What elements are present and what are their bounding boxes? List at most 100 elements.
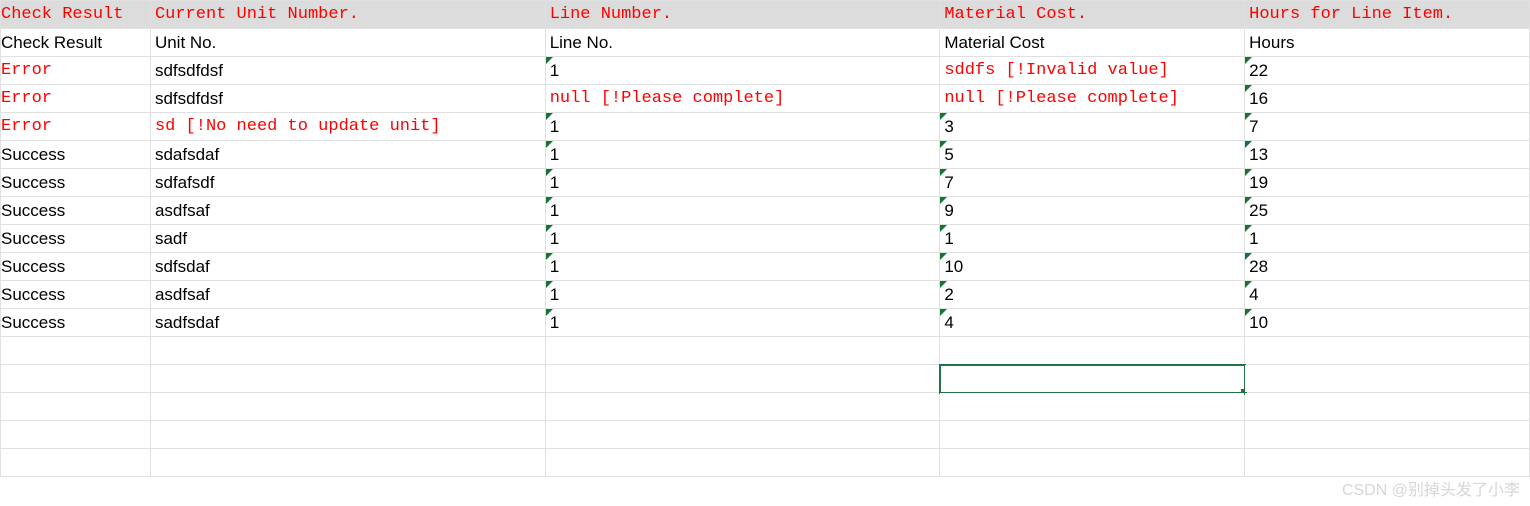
- cell-hours[interactable]: 4: [1245, 281, 1530, 309]
- cell-check[interactable]: Success: [1, 309, 151, 337]
- cell-empty[interactable]: [545, 393, 940, 421]
- cell-cost[interactable]: 5: [940, 141, 1245, 169]
- cell-empty[interactable]: [1, 337, 151, 365]
- cell-empty[interactable]: [545, 365, 940, 393]
- cell-check[interactable]: Error: [1, 57, 151, 85]
- subheader-row: Check Result Unit No. Line No. Material …: [1, 29, 1530, 57]
- cell-empty[interactable]: [150, 393, 545, 421]
- table-row: Errorsd [!No need to update unit]137: [1, 113, 1530, 141]
- cell-cost[interactable]: 7: [940, 169, 1245, 197]
- table-row: Successsadf111: [1, 225, 1530, 253]
- cell-cost[interactable]: sddfs [!Invalid value]: [940, 57, 1245, 85]
- cell-line[interactable]: 1: [545, 57, 940, 85]
- cell-check[interactable]: Success: [1, 197, 151, 225]
- table-row: Successsadfsdaf1410: [1, 309, 1530, 337]
- cell-line[interactable]: 1: [545, 113, 940, 141]
- cell-empty[interactable]: [1245, 449, 1530, 477]
- cell-hours[interactable]: 19: [1245, 169, 1530, 197]
- cell-cost[interactable]: 4: [940, 309, 1245, 337]
- col-header-check[interactable]: Check Result: [1, 1, 151, 29]
- cell-empty[interactable]: [545, 449, 940, 477]
- table-row-empty: [1, 365, 1530, 393]
- cell-cost[interactable]: 2: [940, 281, 1245, 309]
- cell-line[interactable]: 1: [545, 281, 940, 309]
- cell-check[interactable]: Success: [1, 253, 151, 281]
- col-sub-unit[interactable]: Unit No.: [150, 29, 545, 57]
- cell-empty[interactable]: [1245, 365, 1530, 393]
- cell-unit[interactable]: sdfsdaf: [150, 253, 545, 281]
- cell-empty[interactable]: [1, 449, 151, 477]
- cell-check[interactable]: Error: [1, 113, 151, 141]
- cell-unit[interactable]: sdfsdfdsf: [150, 85, 545, 113]
- col-header-unit[interactable]: Current Unit Number.: [150, 1, 545, 29]
- cell-line[interactable]: 1: [545, 309, 940, 337]
- cell-cost[interactable]: 9: [940, 197, 1245, 225]
- col-sub-line[interactable]: Line No.: [545, 29, 940, 57]
- cell-empty[interactable]: [545, 421, 940, 449]
- table-row-empty: [1, 449, 1530, 477]
- cell-cost[interactable]: 10: [940, 253, 1245, 281]
- cell-unit[interactable]: asdfsaf: [150, 197, 545, 225]
- cell-line[interactable]: 1: [545, 141, 940, 169]
- col-sub-check[interactable]: Check Result: [1, 29, 151, 57]
- cell-empty[interactable]: [150, 337, 545, 365]
- cell-check[interactable]: Success: [1, 169, 151, 197]
- col-header-hours[interactable]: Hours for Line Item.: [1245, 1, 1530, 29]
- col-sub-hours[interactable]: Hours: [1245, 29, 1530, 57]
- cell-line[interactable]: 1: [545, 253, 940, 281]
- cell-hours[interactable]: 28: [1245, 253, 1530, 281]
- cell-hours[interactable]: 22: [1245, 57, 1530, 85]
- table-row: Errorsdfsdfdsfnull [!Please complete]nul…: [1, 85, 1530, 113]
- cell-line[interactable]: 1: [545, 197, 940, 225]
- cell-hours[interactable]: 1: [1245, 225, 1530, 253]
- col-header-cost[interactable]: Material Cost.: [940, 1, 1245, 29]
- cell-empty[interactable]: [940, 449, 1245, 477]
- cell-empty[interactable]: [1245, 393, 1530, 421]
- cell-unit[interactable]: sd [!No need to update unit]: [150, 113, 545, 141]
- table-row-empty: [1, 393, 1530, 421]
- cell-empty[interactable]: [545, 337, 940, 365]
- cell-empty[interactable]: [1245, 421, 1530, 449]
- cell-line[interactable]: 1: [545, 169, 940, 197]
- cell-empty[interactable]: [1, 421, 151, 449]
- cell-unit[interactable]: asdfsaf: [150, 281, 545, 309]
- cell-empty[interactable]: [940, 337, 1245, 365]
- col-sub-cost[interactable]: Material Cost: [940, 29, 1245, 57]
- cell-unit[interactable]: sdfsdfdsf: [150, 57, 545, 85]
- cell-hours[interactable]: 7: [1245, 113, 1530, 141]
- cell-empty[interactable]: [150, 421, 545, 449]
- cell-unit[interactable]: sdfafsdf: [150, 169, 545, 197]
- cell-cost[interactable]: 1: [940, 225, 1245, 253]
- cell-hours[interactable]: 10: [1245, 309, 1530, 337]
- cell-check[interactable]: Error: [1, 85, 151, 113]
- table-row-empty: [1, 421, 1530, 449]
- table-row: Errorsdfsdfdsf1sddfs [!Invalid value]22: [1, 57, 1530, 85]
- cell-hours[interactable]: 25: [1245, 197, 1530, 225]
- cell-cost[interactable]: 3: [940, 113, 1245, 141]
- cell-unit[interactable]: sadf: [150, 225, 545, 253]
- cell-empty[interactable]: [1245, 337, 1530, 365]
- cell-line[interactable]: null [!Please complete]: [545, 85, 940, 113]
- cell-empty[interactable]: [940, 393, 1245, 421]
- cell-check[interactable]: Success: [1, 225, 151, 253]
- cell-empty[interactable]: [150, 365, 545, 393]
- table-row: Successasdfsaf124: [1, 281, 1530, 309]
- cell-unit[interactable]: sadfsdaf: [150, 309, 545, 337]
- cell-hours[interactable]: 13: [1245, 141, 1530, 169]
- cell-empty[interactable]: [940, 365, 1245, 393]
- cell-line[interactable]: 1: [545, 225, 940, 253]
- cell-cost[interactable]: null [!Please complete]: [940, 85, 1245, 113]
- cell-check[interactable]: Success: [1, 281, 151, 309]
- cell-unit[interactable]: sdafsdaf: [150, 141, 545, 169]
- cell-hours[interactable]: 16: [1245, 85, 1530, 113]
- table-row-empty: [1, 337, 1530, 365]
- cell-empty[interactable]: [940, 421, 1245, 449]
- cell-empty[interactable]: [1, 365, 151, 393]
- cell-empty[interactable]: [1, 393, 151, 421]
- cell-empty[interactable]: [150, 449, 545, 477]
- spreadsheet-grid[interactable]: Check Result Current Unit Number. Line N…: [0, 0, 1530, 477]
- watermark: CSDN @别掉头发了小李: [1342, 476, 1520, 500]
- table-row: Successsdfafsdf1719: [1, 169, 1530, 197]
- cell-check[interactable]: Success: [1, 141, 151, 169]
- col-header-line[interactable]: Line Number.: [545, 1, 940, 29]
